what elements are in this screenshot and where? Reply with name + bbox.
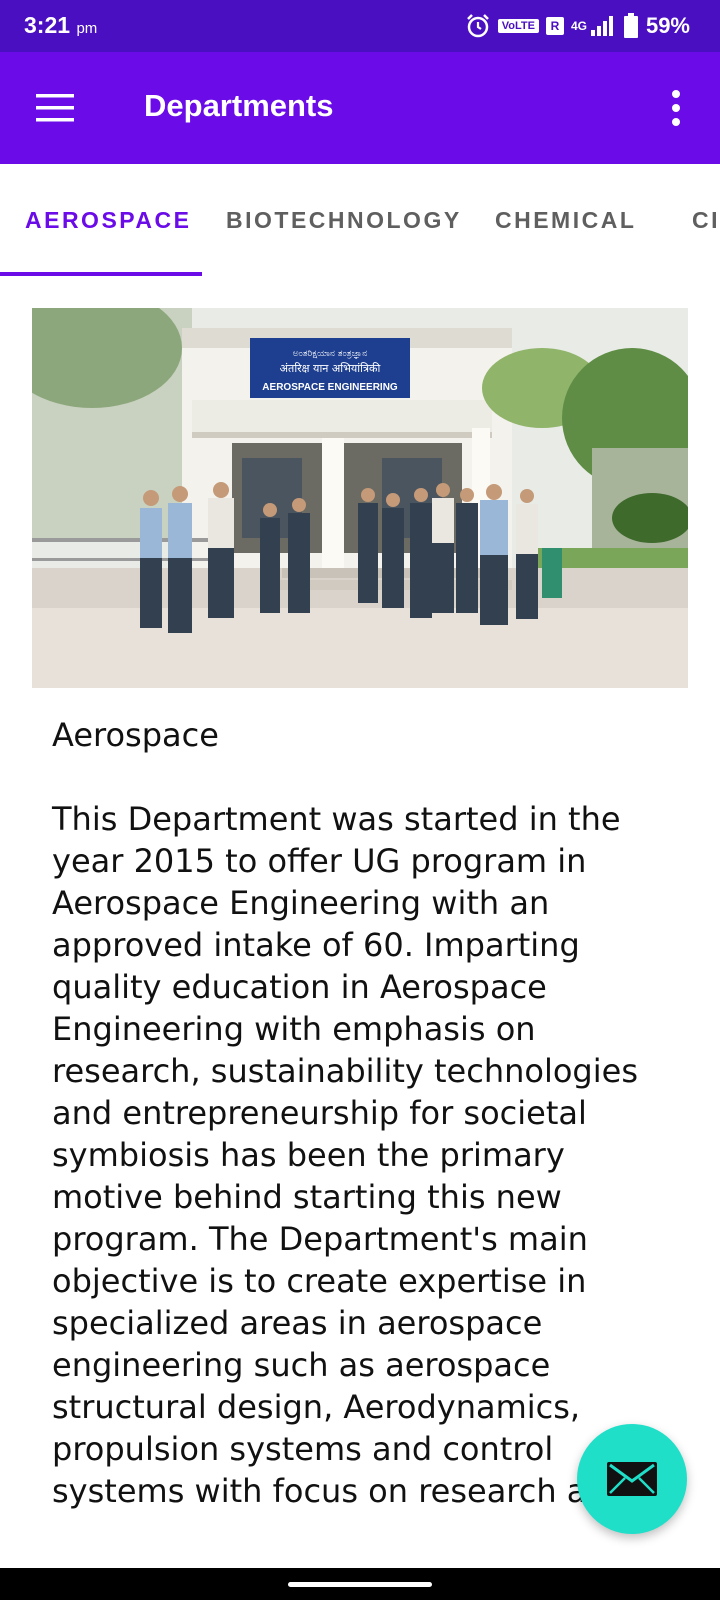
menu-button[interactable] xyxy=(28,84,84,132)
tab-biotechnology[interactable]: BIOTECHNOLOGY xyxy=(226,164,462,276)
status-bar: 3:21 pm VoLTE R 4G 59% xyxy=(0,0,720,52)
network-type: 4G xyxy=(570,19,587,33)
status-time: 3:21 pm xyxy=(24,12,97,39)
page-title: Departments xyxy=(144,88,334,123)
tab-civil[interactable]: CI xyxy=(692,164,720,276)
volte-badge: VoLTE xyxy=(497,19,539,33)
sign-line-hindi: अंतरिक्ष यान अभियांत्रिकी xyxy=(280,362,381,375)
department-name: Aerospace xyxy=(52,716,219,754)
hamburger-menu-icon xyxy=(36,94,74,122)
status-icons: VoLTE R 4G 59% xyxy=(465,10,690,42)
battery-icon xyxy=(623,13,638,38)
overflow-menu-button[interactable] xyxy=(662,84,690,132)
status-time-ampm: pm xyxy=(76,20,98,37)
sign-line-english: AEROSPACE ENGINEERING xyxy=(262,382,398,393)
mail-icon xyxy=(607,1462,657,1496)
department-description: This Department was started in the year … xyxy=(52,800,638,1510)
status-time-value: 3:21 xyxy=(24,12,71,38)
department-image: ಅಂತರಿಕ್ಷಯಾನ ತಂತ್ರಜ್ಞಾನ अंतरिक्ष यान अभिय… xyxy=(32,308,688,688)
home-gesture-bar[interactable] xyxy=(288,1582,432,1587)
tab-aerospace[interactable]: AEROSPACE xyxy=(25,164,192,276)
roaming-badge: R xyxy=(545,17,564,35)
system-nav-bar xyxy=(0,1568,720,1600)
signal-icon xyxy=(590,16,613,36)
battery-percent: 59% xyxy=(645,13,690,38)
department-tabs: AEROSPACE BIOTECHNOLOGY CHEMICAL CI xyxy=(0,164,720,276)
tab-indicator xyxy=(0,272,202,276)
mail-fab-button[interactable] xyxy=(577,1424,687,1534)
app-bar: Departments xyxy=(0,52,720,164)
alarm-icon xyxy=(466,14,489,38)
tab-chemical[interactable]: CHEMICAL xyxy=(495,164,636,276)
sign-line-kannada: ಅಂತರಿಕ್ಷಯಾನ ತಂತ್ರಜ್ಞಾನ xyxy=(293,349,367,360)
more-vert-icon xyxy=(672,90,680,126)
